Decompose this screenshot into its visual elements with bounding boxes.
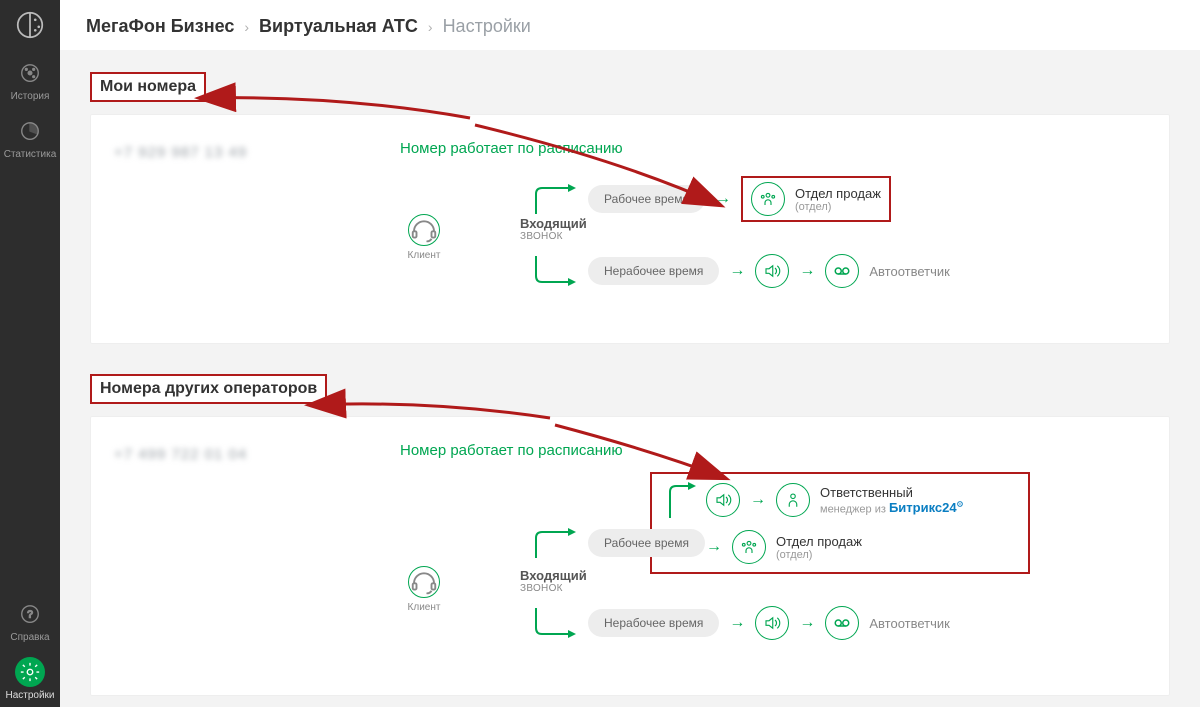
chevron-right-icon: › xyxy=(428,19,433,35)
chip-work-hours[interactable]: Рабочее время xyxy=(588,529,705,557)
chip-work-hours[interactable]: Рабочее время xyxy=(588,185,705,213)
voicemail-icon[interactable] xyxy=(825,254,859,288)
sidebar-item-stats[interactable]: Статистика xyxy=(0,108,60,166)
svg-text:?: ? xyxy=(27,610,33,621)
arrow-right-icon: → xyxy=(715,190,731,208)
breadcrumb-l3: Настройки xyxy=(443,16,531,37)
sidebar-item-label: История xyxy=(11,91,50,102)
incoming-sub: звонок xyxy=(520,231,587,242)
headset-icon xyxy=(408,566,440,598)
phone-number-blurred: +7 499 722 01 04 xyxy=(114,446,356,463)
sidebar-item-help[interactable]: ? Справка xyxy=(0,591,60,649)
arrow-right-icon: → xyxy=(706,538,722,556)
answer-label: Автоответчик xyxy=(869,616,949,631)
sidebar-item-settings[interactable]: Настройки xyxy=(0,649,60,707)
chip-nonwork-hours[interactable]: Нерабочее время xyxy=(588,609,719,637)
client-label: Клиент xyxy=(408,250,441,261)
people-icon[interactable] xyxy=(732,530,766,564)
content: Мои номера +7 929 987 13 49 Номер работа… xyxy=(60,50,1200,707)
branch-up-icon xyxy=(530,528,578,558)
dept-sub: (отдел) xyxy=(776,549,862,561)
voicemail-icon[interactable] xyxy=(825,606,859,640)
schedule-title: Номер работает по расписанию xyxy=(400,140,1150,157)
highlight-routing-box: → Ответственный менеджер из Битрикс24⊙ → xyxy=(650,472,1030,574)
person-icon[interactable] xyxy=(776,483,810,517)
incoming-title: Входящий xyxy=(520,568,587,583)
sidebar: История Статистика ? Справка Настройки xyxy=(0,0,60,707)
breadcrumb-l2[interactable]: Виртуальная АТС xyxy=(259,16,418,37)
sidebar-item-label: Справка xyxy=(10,632,49,643)
chip-nonwork-hours[interactable]: Нерабочее время xyxy=(588,257,719,285)
resp-name: Ответственный xyxy=(820,485,963,500)
breadcrumb-l1[interactable]: МегаФон Бизнес xyxy=(86,16,234,37)
dept-sub: (отдел) xyxy=(795,201,881,213)
dept-name: Отдел продаж xyxy=(795,186,881,201)
dept-name: Отдел продаж xyxy=(776,534,862,549)
branch-down-icon xyxy=(530,256,578,286)
section-title-other-operators: Номера других операторов xyxy=(90,374,327,404)
arrow-right-icon: → xyxy=(729,262,745,280)
branch-up-icon xyxy=(530,184,578,214)
arrow-right-icon: → xyxy=(799,614,815,632)
resp-sub: менеджер из xyxy=(820,503,886,515)
answer-label: Автоответчик xyxy=(869,264,949,279)
section-title-my-numbers: Мои номера xyxy=(90,72,206,102)
sidebar-item-label: Статистика xyxy=(4,149,57,160)
branch-down-icon xyxy=(530,608,578,638)
card-other-operators: +7 499 722 01 04 Номер работает по распи… xyxy=(90,416,1170,696)
arrow-right-icon: → xyxy=(750,491,766,509)
incoming-sub: звонок xyxy=(520,583,587,594)
sound-icon[interactable] xyxy=(755,606,789,640)
headset-icon xyxy=(408,214,440,246)
client-label: Клиент xyxy=(408,602,441,613)
chevron-right-icon: › xyxy=(244,19,249,35)
sound-icon[interactable] xyxy=(706,483,740,517)
schedule-title: Номер работает по расписанию xyxy=(400,442,1150,459)
bitrix-logo: Битрикс24⊙ xyxy=(889,500,963,515)
breadcrumb: МегаФон Бизнес › Виртуальная АТС › Настр… xyxy=(86,16,531,37)
sound-icon[interactable] xyxy=(755,254,789,288)
highlight-routing-dept: Отдел продаж (отдел) xyxy=(741,176,891,222)
sidebar-item-label: Настройки xyxy=(5,690,54,701)
phone-number-blurred: +7 929 987 13 49 xyxy=(114,144,356,161)
card-my-numbers: +7 929 987 13 49 Номер работает по распи… xyxy=(90,114,1170,344)
logo xyxy=(0,0,60,50)
client-block: Клиент xyxy=(400,214,448,261)
arrow-right-icon: → xyxy=(729,614,745,632)
client-block: Клиент xyxy=(400,566,448,613)
people-icon[interactable] xyxy=(751,182,785,216)
arrow-right-icon: → xyxy=(799,262,815,280)
branch-up-icon xyxy=(666,482,696,518)
sidebar-item-history[interactable]: История xyxy=(0,50,60,108)
